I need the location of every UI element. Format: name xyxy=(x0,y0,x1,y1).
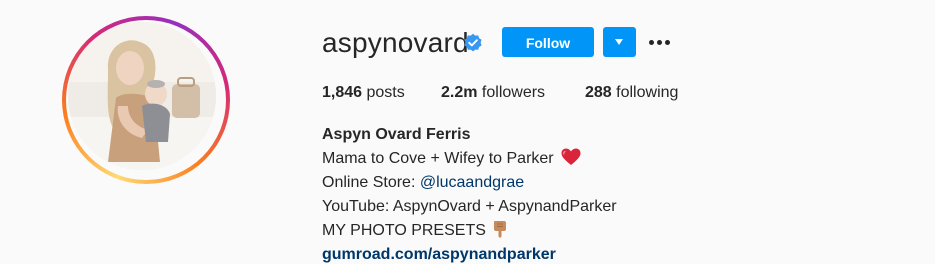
bio-line: YouTube: AspynOvard + AspynandParker xyxy=(322,198,617,215)
profile-header: aspynovard Follow 1,846 posts 2.2m follo… xyxy=(0,0,935,264)
following-stat[interactable]: 288 following xyxy=(585,82,678,104)
pointing-down-emoji xyxy=(494,221,507,238)
posts-stat: 1,846 posts xyxy=(322,82,405,104)
suggested-accounts-dropdown-button[interactable] xyxy=(603,27,636,57)
more-options-icon xyxy=(649,40,654,45)
bio-line: MY PHOTO PRESETS xyxy=(322,219,617,243)
verified-badge-icon xyxy=(464,33,482,52)
more-options-icon xyxy=(665,40,670,45)
more-options-button[interactable] xyxy=(648,32,672,52)
store-mention-link[interactable]: @lucaandgrae xyxy=(420,174,524,191)
followers-label: followers xyxy=(481,84,546,101)
avatar-photo xyxy=(68,22,216,170)
username: aspynovard xyxy=(322,27,469,58)
bio-line: Mama to Cove + Wifey to Parker xyxy=(322,147,617,171)
following-label: following xyxy=(616,84,679,101)
heart-emoji xyxy=(561,148,581,165)
chevron-down-icon xyxy=(615,39,623,45)
followers-stat[interactable]: 2.2m followers xyxy=(441,82,545,104)
bio-line-text: Online Store: xyxy=(322,174,420,191)
follow-button[interactable]: Follow xyxy=(502,27,594,57)
website-link[interactable]: gumroad.com/aspynandparker xyxy=(322,243,617,264)
posts-label: posts xyxy=(366,84,405,101)
avatar[interactable] xyxy=(68,22,216,170)
bio-line: Online Store: @lucaandgrae xyxy=(322,171,617,195)
more-options-icon xyxy=(657,40,662,45)
followers-count: 2.2m xyxy=(441,84,478,101)
following-count: 288 xyxy=(585,84,612,101)
avatar-story-ring[interactable] xyxy=(62,16,230,184)
bio-line-text: Mama to Cove + Wifey to Parker xyxy=(322,150,554,167)
profile-bio: Aspyn Ovard Ferris Mama to Cove + Wifey … xyxy=(322,123,617,264)
full-name: Aspyn Ovard Ferris xyxy=(322,126,471,143)
bio-line-text: MY PHOTO PRESETS xyxy=(322,222,486,239)
posts-count: 1,846 xyxy=(322,84,363,101)
